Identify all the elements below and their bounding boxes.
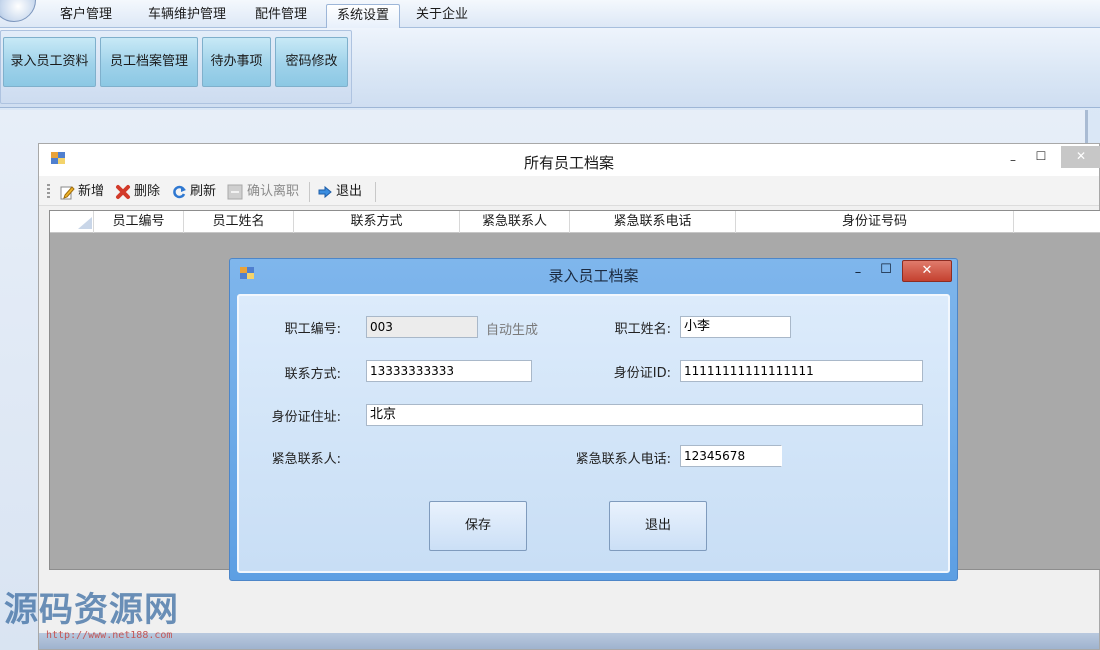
- refresh-button[interactable]: 刷新: [171, 183, 216, 201]
- refresh-icon: [173, 185, 186, 199]
- todo-button[interactable]: 待办事项: [202, 37, 271, 87]
- toolbar: 新增 删除 刷新 确认离职 退出: [39, 176, 1099, 206]
- employee-id-field[interactable]: 003: [366, 316, 478, 338]
- employee-archive-button[interactable]: 员工档案管理: [100, 37, 198, 87]
- employee-name-field[interactable]: 小李: [680, 316, 791, 338]
- column-header-employee-name[interactable]: 员工姓名: [184, 211, 294, 233]
- ribbon-tab-bar: 客户管理 车辆维护管理 配件管理 系统设置 关于企业: [0, 0, 1100, 28]
- employee-name-label: 职工姓名:: [614, 322, 671, 337]
- grid-corner[interactable]: [50, 211, 94, 233]
- dialog-minimize-button[interactable]: –: [848, 263, 868, 285]
- toolbar-separator: [309, 182, 310, 202]
- column-header-employee-id[interactable]: 员工编号: [94, 211, 184, 233]
- ribbon-group-employee: 录入员工资料 员工档案管理 待办事项 密码修改: [0, 30, 352, 104]
- tab-vehicle-maintenance[interactable]: 车辆维护管理: [138, 4, 236, 28]
- id-address-field[interactable]: 北京: [366, 404, 923, 426]
- tab-customer-management[interactable]: 客户管理: [50, 4, 122, 28]
- window-title: 所有员工档案: [523, 154, 614, 172]
- id-number-label: 身份证ID:: [613, 366, 671, 381]
- dialog-form: 职工编号: 003 自动生成 职工姓名: 小李 联系方式: 1333333333…: [237, 294, 950, 573]
- toolbar-grip: [47, 184, 50, 200]
- change-password-button[interactable]: 密码修改: [275, 37, 348, 87]
- column-header-contact[interactable]: 联系方式: [294, 211, 460, 233]
- delete-button[interactable]: 删除: [115, 183, 160, 201]
- contact-field[interactable]: 13333333333: [366, 360, 532, 382]
- ribbon-panel: 录入员工资料 员工档案管理 待办事项 密码修改: [0, 28, 1100, 108]
- window-titlebar[interactable]: 所有员工档案 – ☐ ✕: [39, 144, 1100, 176]
- column-header-id-number[interactable]: 身份证号码: [736, 211, 1014, 233]
- employee-id-label: 职工编号:: [284, 322, 341, 337]
- delete-icon: [116, 185, 130, 199]
- minimize-button[interactable]: –: [1002, 150, 1024, 172]
- emergency-contact-label: 紧急联系人:: [271, 452, 341, 467]
- exit-button[interactable]: 退出: [609, 501, 707, 551]
- contact-label: 联系方式:: [284, 367, 341, 382]
- edit-icon: [60, 186, 75, 200]
- sort-triangle-icon: [78, 217, 92, 229]
- watermark-url: http://www.net188.com: [46, 630, 173, 641]
- exit-arrow-icon: [318, 185, 332, 199]
- enter-employee-info-button[interactable]: 录入员工资料: [3, 37, 96, 87]
- emergency-phone-label: 紧急联系人电话:: [575, 452, 671, 467]
- confirm-resign-button[interactable]: 确认离职: [227, 183, 299, 201]
- id-number-field[interactable]: 11111111111111111: [680, 360, 923, 382]
- tab-parts-management[interactable]: 配件管理: [245, 4, 317, 28]
- column-header-emergency-contact[interactable]: 紧急联系人: [460, 211, 570, 233]
- save-button[interactable]: 保存: [429, 501, 527, 551]
- emergency-contact-field[interactable]: [366, 445, 496, 467]
- maximize-button[interactable]: ☐: [1030, 146, 1052, 168]
- toolbar-separator: [375, 182, 376, 202]
- emergency-phone-field[interactable]: 12345678: [680, 445, 782, 467]
- confirm-icon: [227, 184, 243, 200]
- add-button[interactable]: 新增: [59, 183, 104, 201]
- tab-about-company[interactable]: 关于企业: [406, 4, 478, 28]
- close-button[interactable]: ✕: [1061, 146, 1100, 168]
- exit-toolbar-button[interactable]: 退出: [317, 183, 362, 201]
- grid-header: 员工编号 员工姓名 联系方式 紧急联系人 紧急联系电话 身份证号码: [50, 211, 1100, 233]
- id-address-label: 身份证住址:: [271, 410, 341, 425]
- window-footer: [39, 633, 1099, 649]
- dialog-close-button[interactable]: ✕: [902, 260, 952, 282]
- column-header-emergency-phone[interactable]: 紧急联系电话: [570, 211, 736, 233]
- tab-system-settings[interactable]: 系统设置: [326, 4, 401, 28]
- app-menu-orb[interactable]: [0, 0, 36, 22]
- enter-employee-dialog: 录入员工档案 – ☐ ✕ 职工编号: 003 自动生成 职工姓名: 小李 联系方…: [229, 258, 958, 581]
- watermark-text: 源码资源网: [4, 590, 179, 630]
- dialog-maximize-button[interactable]: ☐: [876, 260, 896, 282]
- auto-generate-hint: 自动生成: [486, 323, 539, 338]
